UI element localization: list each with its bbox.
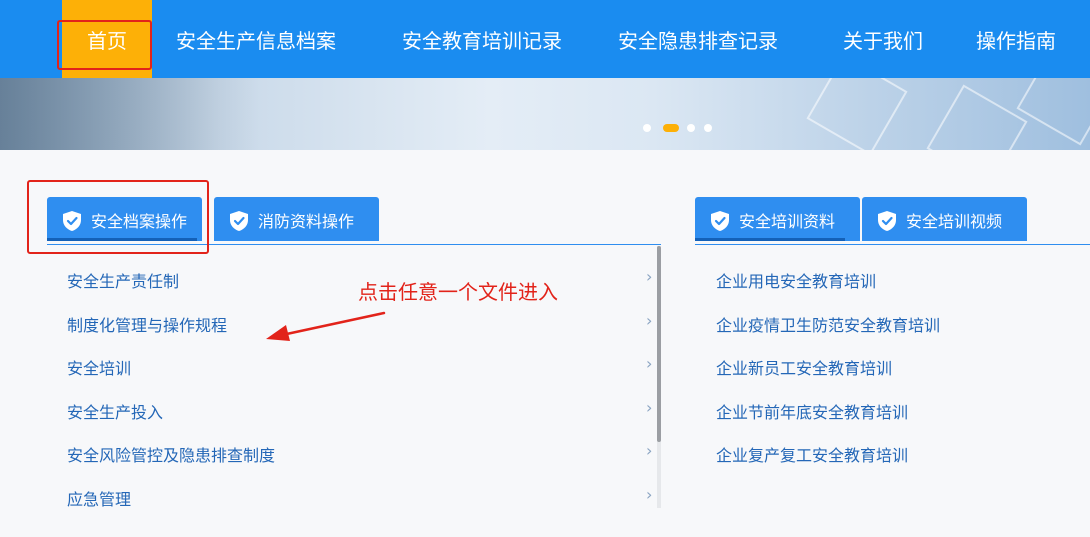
tab-training-materials[interactable]: 安全培训资料: [695, 197, 860, 241]
annotation-arrow-icon: [266, 311, 386, 341]
tab-divider-line: [47, 244, 661, 245]
nav-item-safety-records[interactable]: 安全生产信息档案: [176, 0, 336, 78]
tab-fire-materials[interactable]: 消防资料操作: [214, 197, 379, 241]
top-nav: 首页 安全生产信息档案 安全教育培训记录 安全隐患排查记录 关于我们 操作指南: [0, 0, 1090, 78]
carousel-dot[interactable]: [704, 124, 712, 132]
list-item-procedures[interactable]: 制度化管理与操作规程: [67, 312, 227, 336]
tab-training-videos[interactable]: 安全培训视频: [862, 197, 1027, 241]
shield-check-icon: [711, 211, 729, 231]
chevron-right-icon[interactable]: ›: [646, 267, 652, 286]
scrollbar-track[interactable]: [657, 246, 661, 508]
nav-item-hazard-records[interactable]: 安全隐患排查记录: [618, 0, 778, 78]
shield-check-icon: [878, 211, 896, 231]
nav-item-home[interactable]: 首页: [62, 0, 152, 78]
tab-active-underline: [695, 238, 845, 241]
chevron-right-icon[interactable]: ›: [646, 311, 652, 330]
list-item-responsibility[interactable]: 安全生产责任制: [67, 268, 179, 292]
list-item-holiday-training[interactable]: 企业节前年底安全教育培训: [716, 399, 908, 423]
chevron-right-icon[interactable]: ›: [646, 485, 652, 504]
tab-label: 安全培训视频: [906, 212, 1003, 231]
tab-label: 消防资料操作: [258, 212, 355, 231]
list-item-resumption-training[interactable]: 企业复产复工安全教育培训: [716, 442, 908, 466]
carousel-dot-active[interactable]: [663, 124, 679, 132]
nav-item-about[interactable]: 关于我们: [843, 0, 923, 78]
banner-decoration: [926, 84, 1028, 150]
carousel-dot[interactable]: [687, 124, 695, 132]
annotation-text: 点击任意一个文件进入: [358, 280, 558, 304]
list-item-epidemic-training[interactable]: 企业疫情卫生防范安全教育培训: [716, 312, 940, 336]
tab-active-underline: [47, 238, 197, 241]
banner-decoration: [1016, 78, 1090, 146]
list-item-training[interactable]: 安全培训: [67, 355, 131, 379]
list-item-investment[interactable]: 安全生产投入: [67, 399, 163, 423]
nav-item-guide[interactable]: 操作指南: [976, 0, 1056, 78]
nav-item-training-records[interactable]: 安全教育培训记录: [402, 0, 562, 78]
list-item-new-staff-training[interactable]: 企业新员工安全教育培训: [716, 355, 892, 379]
scrollbar-thumb[interactable]: [657, 246, 661, 442]
chevron-right-icon[interactable]: ›: [646, 354, 652, 373]
shield-check-icon: [63, 211, 81, 231]
carousel-dot[interactable]: [643, 124, 651, 132]
banner-carousel: [0, 78, 1090, 150]
tab-divider-line: [695, 244, 1090, 245]
tab-safety-archive[interactable]: 安全档案操作: [47, 197, 202, 241]
chevron-right-icon[interactable]: ›: [646, 398, 652, 417]
list-item-electric-training[interactable]: 企业用电安全教育培训: [716, 268, 876, 292]
shield-check-icon: [230, 211, 248, 231]
list-item-risk-control[interactable]: 安全风险管控及隐患排查制度: [67, 442, 275, 466]
chevron-right-icon[interactable]: ›: [646, 441, 652, 460]
banner-decoration: [806, 78, 908, 150]
list-item-emergency[interactable]: 应急管理: [67, 486, 131, 510]
